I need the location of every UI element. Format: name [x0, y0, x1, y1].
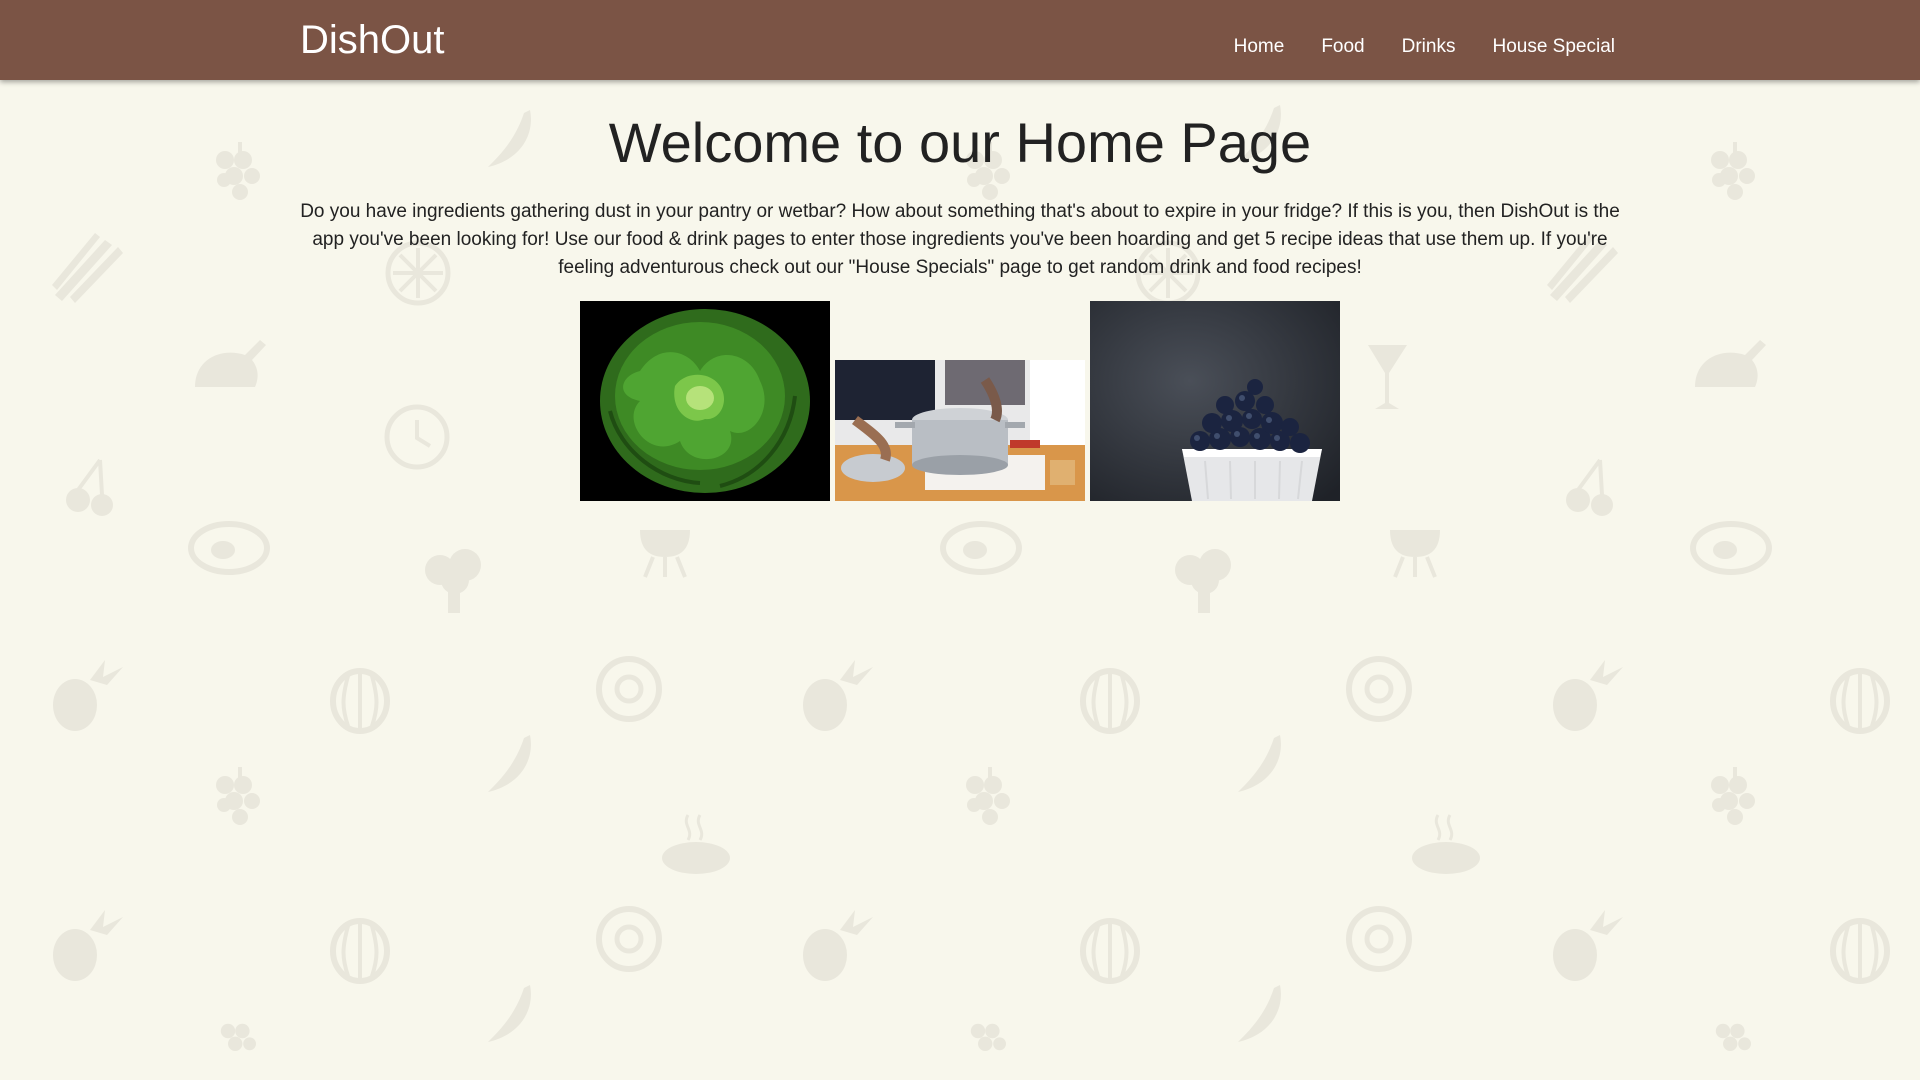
page-title: Welcome to our Home Page [608, 111, 1312, 174]
pineapple-icon [803, 910, 873, 981]
grapes-icon [1711, 767, 1755, 825]
steak-icon [940, 521, 1022, 575]
grapes-icon [1715, 1023, 1751, 1051]
image-gallery [580, 301, 1340, 501]
watermelon-icon [330, 918, 390, 984]
top-navbar: DishOut Home Food Drinks House Special [0, 0, 1920, 80]
pineapple-icon [803, 660, 873, 731]
grapes-icon [970, 1023, 1006, 1051]
broccoli-icon [1175, 549, 1231, 613]
watermelon-icon [1080, 918, 1140, 984]
intro-paragraph: Do you have ingredients gathering dust i… [300, 201, 1620, 278]
hot-dish-icon [662, 814, 730, 874]
pineapple-icon [1553, 660, 1623, 731]
pineapple-icon [53, 660, 123, 731]
donut-icon [1346, 656, 1412, 722]
banana-icon [488, 735, 531, 792]
nav-link-drinks[interactable]: Drinks [1402, 36, 1456, 58]
watermelon-icon [330, 668, 390, 734]
steak-icon [1690, 521, 1772, 575]
grapes-icon [966, 767, 1010, 825]
cherries-icon [66, 458, 113, 516]
banana-icon [1238, 985, 1281, 1042]
nav-link-house-special[interactable]: House Special [1492, 36, 1615, 58]
roast-chicken-icon [1695, 340, 1766, 387]
cherries-icon [1566, 458, 1613, 516]
grill-icon [640, 530, 690, 578]
banana-icon [488, 985, 531, 1042]
plate-icon [384, 404, 450, 470]
hot-dish-icon [1412, 814, 1480, 874]
steak-icon [188, 521, 270, 575]
grapes-icon [216, 767, 260, 825]
grapes-icon [220, 1023, 256, 1051]
banana-icon [1238, 735, 1281, 792]
pineapple-icon [53, 910, 123, 981]
donut-icon [596, 906, 662, 972]
cooking-pot-image [835, 360, 1085, 501]
nav-link-home[interactable]: Home [1234, 36, 1285, 58]
broccoli-icon [425, 549, 481, 613]
nav-links: Home Food Drinks House Special [1234, 36, 1615, 58]
nav-link-food[interactable]: Food [1321, 36, 1364, 58]
donut-icon [596, 656, 662, 722]
lettuce-image [580, 301, 830, 501]
donut-icon [1346, 906, 1412, 972]
blueberries-bowl-image [1090, 301, 1340, 501]
cocktail-icon [1368, 345, 1407, 409]
pineapple-icon [1553, 910, 1623, 981]
watermelon-icon [1080, 668, 1140, 734]
main-content: Welcome to our Home Page Do you have ing… [0, 80, 1920, 501]
watermelon-icon [1830, 918, 1890, 984]
watermelon-icon [1830, 668, 1890, 734]
grill-icon [1390, 530, 1440, 578]
brand-logo-link[interactable]: DishOut [300, 18, 445, 63]
roast-chicken-icon [195, 340, 266, 387]
